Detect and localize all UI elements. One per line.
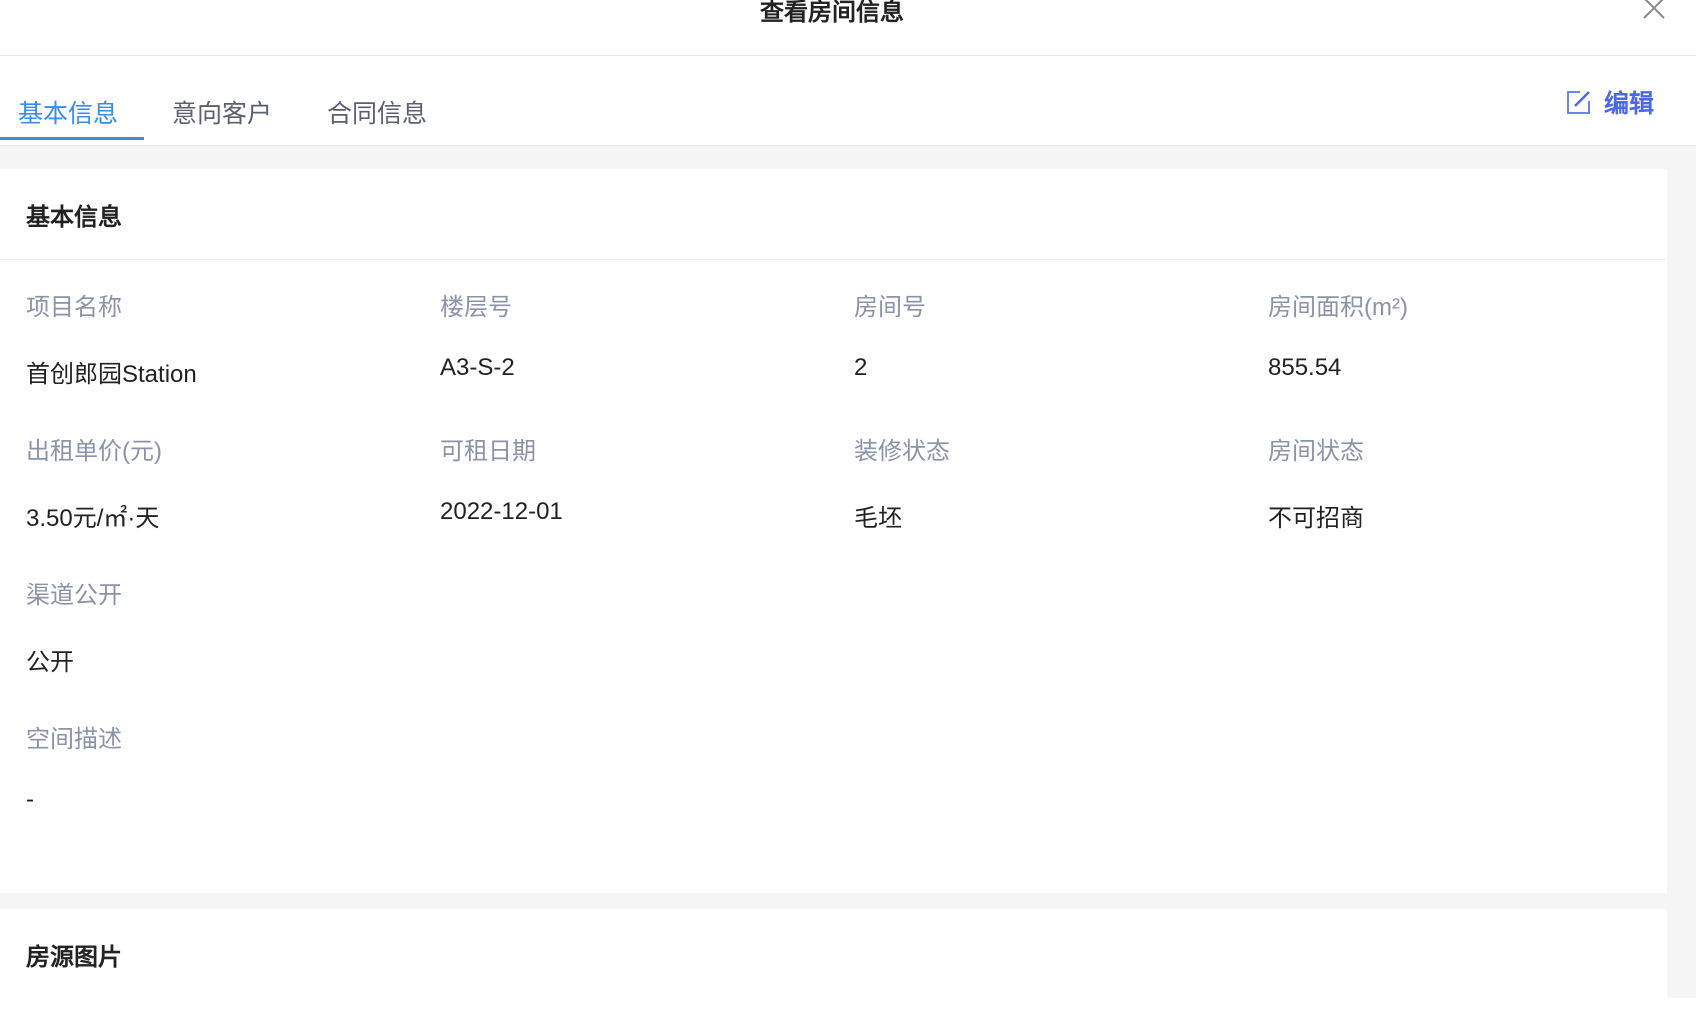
field-label: 装修状态 bbox=[854, 438, 950, 465]
tab-prospective-customers[interactable]: 意向客户 bbox=[172, 94, 272, 130]
field-decoration-status: 装修状态 毛坯 bbox=[854, 431, 1254, 533]
tab-contract-info[interactable]: 合同信息 bbox=[327, 94, 427, 130]
field-label: 房间状态 bbox=[1268, 438, 1364, 465]
field-label: 项目名称 bbox=[26, 294, 122, 321]
field-value: 不可招商 bbox=[1268, 505, 1364, 532]
tab-bar: 基本信息 意向客户 合同信息 编辑 bbox=[0, 56, 1696, 146]
field-label: 房间面积(m²) bbox=[1268, 294, 1408, 321]
edit-button[interactable]: 编辑 bbox=[1566, 84, 1654, 120]
field-value: 首创郎园Station bbox=[26, 361, 197, 388]
section-title: 房源图片 bbox=[26, 944, 122, 971]
field-value: 2 bbox=[854, 354, 868, 381]
field-label: 可租日期 bbox=[440, 438, 536, 465]
field-value: - bbox=[26, 786, 34, 813]
active-tab-indicator bbox=[0, 137, 144, 140]
field-rent-price: 出租单价(元) 3.50元/㎡·天 bbox=[26, 431, 426, 533]
divider bbox=[0, 259, 1667, 260]
field-value: 公开 bbox=[26, 649, 74, 676]
field-room-number: 房间号 2 bbox=[854, 287, 1254, 382]
dialog-header: 查看房间信息 bbox=[0, 0, 1696, 56]
field-available-date: 可租日期 2022-12-01 bbox=[440, 431, 840, 526]
tab-basic-info[interactable]: 基本信息 bbox=[18, 94, 118, 130]
photos-card: 房源图片 bbox=[0, 909, 1667, 1009]
section-title: 基本信息 bbox=[26, 204, 122, 231]
dialog-title: 查看房间信息 bbox=[760, 0, 904, 26]
edit-icon bbox=[1567, 91, 1590, 114]
field-space-description: 空间描述 - bbox=[26, 719, 426, 814]
field-value: 3.50元/㎡·天 bbox=[26, 505, 160, 532]
edit-label: 编辑 bbox=[1604, 90, 1655, 118]
basic-info-card: 基本信息 项目名称首创郎园Station 楼层号 A3-S-2 房间号 2 房间面积… bbox=[0, 169, 1667, 893]
field-label: 空间描述 bbox=[26, 726, 122, 753]
field-value: 855.54 bbox=[1268, 354, 1342, 381]
field-room-status: 房间状态 不可招商 bbox=[1268, 431, 1668, 533]
field-label: 出租单价(元) bbox=[26, 438, 162, 465]
field-value: 毛坯 bbox=[854, 505, 902, 532]
field-channel-public: 渠道公开 公开 bbox=[26, 575, 426, 677]
field-value: 2022-12-01 bbox=[440, 498, 563, 525]
field-project-name: 项目名称首创郎园Station bbox=[26, 287, 426, 389]
field-floor: 楼层号 A3-S-2 bbox=[440, 287, 840, 382]
field-value: A3-S-2 bbox=[440, 354, 515, 381]
field-label: 渠道公开 bbox=[26, 582, 122, 609]
field-label: 房间号 bbox=[854, 294, 926, 321]
field-room-area: 房间面积(m²) 855.54 bbox=[1268, 287, 1668, 382]
field-label: 楼层号 bbox=[440, 294, 512, 321]
close-icon[interactable] bbox=[1640, 0, 1668, 22]
